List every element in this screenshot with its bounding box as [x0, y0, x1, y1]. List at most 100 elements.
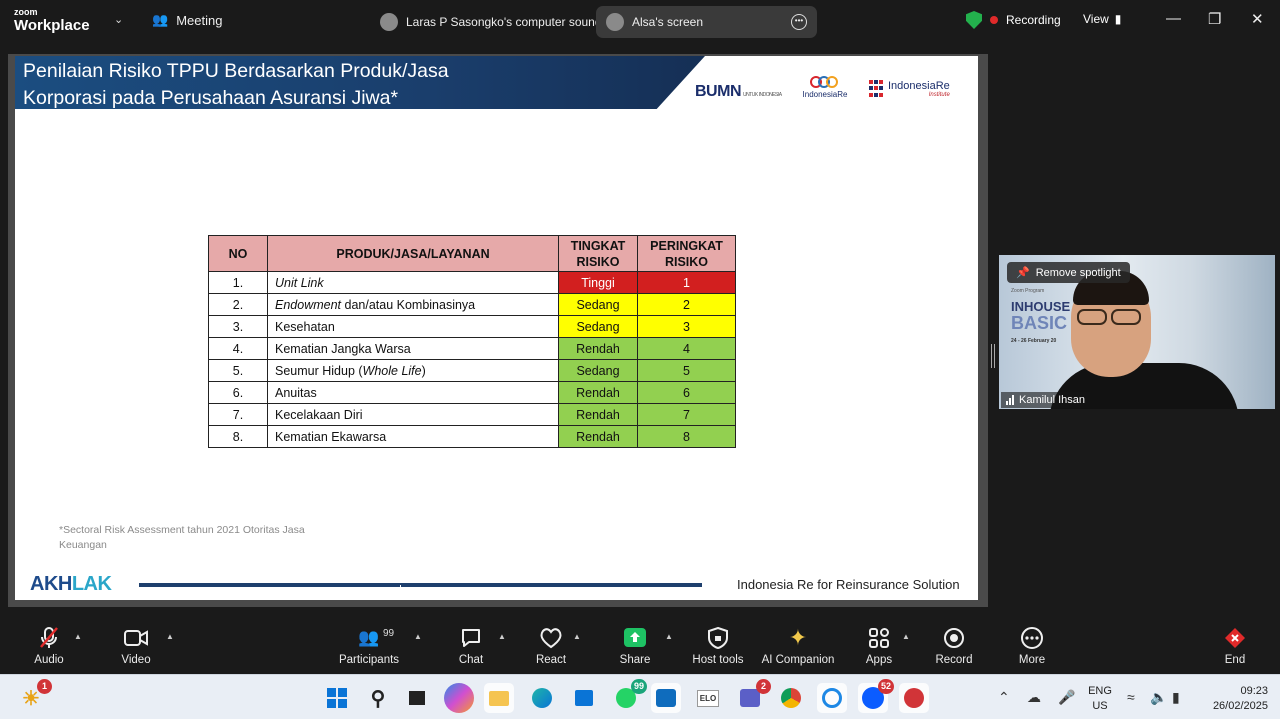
- row-product-text: Anuitas: [275, 385, 317, 400]
- task-view-icon[interactable]: [402, 683, 432, 713]
- row-risk-rank: 6: [637, 381, 736, 404]
- screen-label: Alsa's screen: [632, 15, 703, 29]
- footer-divider: [139, 583, 702, 587]
- banner-small-text: Zoom Program: [1011, 288, 1045, 294]
- apps-chevron-icon[interactable]: ▲: [902, 632, 910, 641]
- elo-label: ELO: [696, 689, 720, 707]
- video-options-chevron-icon[interactable]: ▲: [166, 632, 174, 641]
- windows-start-icon[interactable]: [322, 683, 352, 713]
- outlook-icon[interactable]: [651, 683, 681, 713]
- meeting-button[interactable]: 👥 Meeting: [152, 12, 222, 28]
- restore-icon[interactable]: ❐: [1208, 10, 1221, 28]
- record-button[interactable]: Record: [934, 626, 974, 666]
- akhlak-logo-part2: LAK: [71, 573, 112, 595]
- shared-screen-pill[interactable]: Alsa's screen •••: [596, 6, 817, 38]
- security-app-icon[interactable]: [899, 683, 929, 713]
- audio-options-chevron-icon[interactable]: ▲: [74, 632, 82, 641]
- row-risk-level: Rendah: [558, 381, 638, 404]
- zoom-badge: 52: [877, 679, 894, 694]
- avatar: [380, 13, 398, 31]
- share-chevron-icon[interactable]: ▲: [665, 632, 673, 641]
- row-number: 8.: [208, 425, 268, 448]
- recording-label: Recording: [1006, 13, 1061, 27]
- chat-chevron-icon[interactable]: ▲: [498, 632, 506, 641]
- chevron-down-icon[interactable]: ⌄: [114, 13, 123, 26]
- microsoft-store-icon[interactable]: [569, 683, 599, 713]
- row-product: Anuitas: [267, 381, 559, 404]
- video-button[interactable]: Video: [118, 626, 154, 666]
- end-meeting-button[interactable]: End: [1220, 626, 1250, 666]
- footer-tagline: Indonesia Re for Reinsurance Solution: [737, 577, 960, 592]
- teams-icon[interactable]: 2: [735, 679, 771, 713]
- akhlak-logo: AKHLAK: [30, 573, 112, 596]
- whatsapp-icon[interactable]: 99: [611, 679, 647, 713]
- audio-label: Audio: [34, 654, 64, 666]
- microphone-icon[interactable]: 🎤: [1058, 689, 1075, 706]
- close-icon[interactable]: ✕: [1251, 10, 1264, 28]
- whatsapp-badge: 99: [630, 679, 647, 694]
- row-product-text: Seumur Hidup (: [275, 363, 363, 378]
- zoom-title-bar: zoom Workplace ⌄ 👥 Meeting Laras P Sason…: [0, 0, 1280, 42]
- row-risk-rank: 3: [637, 315, 736, 338]
- speaker-icon[interactable]: 🔈: [1150, 689, 1167, 706]
- react-chevron-icon[interactable]: ▲: [573, 632, 581, 641]
- more-options-icon[interactable]: •••: [791, 14, 807, 30]
- clock-time: 09:23: [1240, 685, 1268, 697]
- row-risk-level: Sedang: [558, 315, 638, 338]
- clock[interactable]: 09:23 26/02/2025: [1198, 684, 1268, 714]
- camera-app-icon[interactable]: [817, 683, 847, 713]
- copilot-icon[interactable]: [444, 683, 474, 713]
- view-button[interactable]: View ▮: [1083, 12, 1121, 26]
- react-button[interactable]: React: [534, 626, 568, 666]
- view-layout-icon: ▮: [1114, 12, 1122, 26]
- minimize-icon[interactable]: —: [1166, 10, 1181, 27]
- more-button[interactable]: More: [1014, 626, 1050, 666]
- language-label: ENG: [1088, 685, 1112, 697]
- host-tools-button[interactable]: Host tools: [690, 626, 746, 666]
- row-product-text: Kematian Jangka Warsa: [275, 341, 411, 356]
- recording-indicator[interactable]: Recording: [966, 11, 1061, 29]
- search-icon[interactable]: ⚲: [363, 683, 393, 713]
- participants-button[interactable]: 👥 99 Participants: [338, 626, 400, 666]
- apps-button[interactable]: Apps: [862, 626, 896, 666]
- row-number: 2.: [208, 293, 268, 316]
- chat-label: Chat: [458, 654, 484, 666]
- chrome-icon[interactable]: [776, 683, 806, 713]
- record-label: Record: [935, 654, 973, 666]
- remove-spotlight-button[interactable]: 📌 Remove spotlight: [1007, 262, 1130, 283]
- spotlight-video[interactable]: Zoom Program INHOUSE BASIC 24 - 26 Febru…: [999, 255, 1275, 409]
- onedrive-icon[interactable]: ☁: [1027, 689, 1041, 706]
- ai-companion-button[interactable]: ✦ AI Companion: [760, 625, 836, 666]
- language-indicator[interactable]: ENG US: [1088, 684, 1112, 714]
- ai-companion-label: AI Companion: [761, 654, 835, 666]
- table-row: 3. Kesehatan Sedang 3: [208, 315, 736, 338]
- clock-date: 26/02/2025: [1212, 700, 1268, 712]
- row-risk-level: Sedang: [558, 293, 638, 316]
- zoom-workplace-logo[interactable]: zoom Workplace: [14, 8, 90, 34]
- audio-button[interactable]: Audio: [30, 626, 68, 666]
- wifi-icon[interactable]: ≈: [1127, 689, 1135, 705]
- participants-chevron-icon[interactable]: ▲: [414, 632, 422, 641]
- file-explorer-icon[interactable]: [484, 683, 514, 713]
- splitter-handle[interactable]: [991, 344, 995, 368]
- slide-title-line1: Penilaian Risiko TPPU Berdasarkan Produk…: [23, 60, 449, 82]
- zoom-app-icon[interactable]: 52: [858, 679, 894, 713]
- share-button[interactable]: Share: [618, 626, 652, 666]
- row-number: 1.: [208, 271, 268, 294]
- apps-label: Apps: [865, 654, 893, 666]
- row-product-italic: Endowment: [275, 297, 342, 312]
- chat-button[interactable]: Chat: [456, 626, 486, 666]
- table-row: 7. Kecelakaan Diri Rendah 7: [208, 403, 736, 426]
- sound-label: Laras P Sasongko's computer sound: [406, 15, 602, 29]
- battery-icon[interactable]: ▮: [1172, 689, 1180, 706]
- banner-date: 24 - 26 February 20: [1011, 338, 1057, 344]
- react-label: React: [535, 654, 567, 666]
- elo-app-icon[interactable]: ELO: [693, 683, 723, 713]
- weather-widget-icon[interactable]: ☀ 1: [16, 679, 52, 713]
- row-product-text: Kematian Ekawarsa: [275, 429, 387, 444]
- computer-sound-indicator[interactable]: Laras P Sasongko's computer sound: [370, 6, 612, 38]
- chevron-up-icon[interactable]: ⌃: [998, 689, 1010, 706]
- dots-grid-icon: [869, 80, 883, 98]
- row-risk-rank: 5: [637, 359, 736, 382]
- edge-icon[interactable]: [527, 683, 557, 713]
